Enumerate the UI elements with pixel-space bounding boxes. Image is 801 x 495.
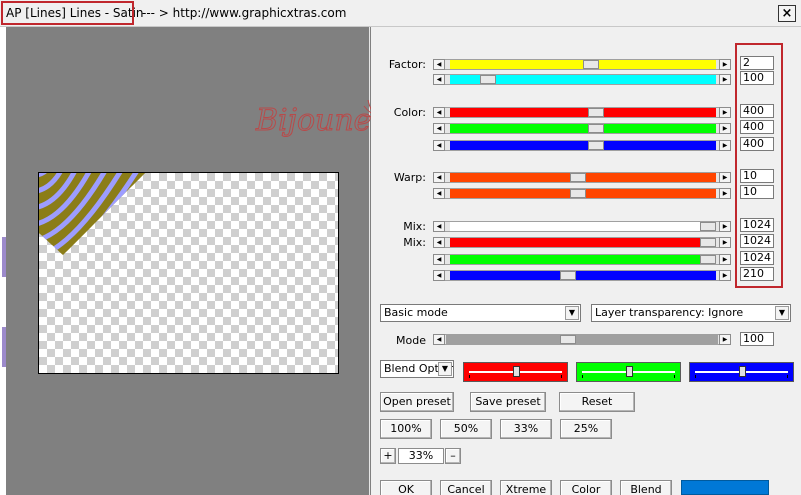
blend-color-box-2[interactable] — [576, 362, 681, 382]
color-button[interactable]: Color — [560, 480, 612, 495]
mode-slider-right-arrow-icon[interactable]: ▶ — [719, 334, 731, 345]
slider-fill-mix-green — [450, 255, 716, 264]
slider-right-arrow-icon[interactable]: ▶ — [719, 140, 731, 151]
slider-right-arrow-icon[interactable]: ▶ — [719, 59, 731, 70]
preview-canvas[interactable] — [38, 172, 339, 374]
slider-thumb-mix-blue[interactable] — [560, 271, 576, 280]
values-highlight-box — [735, 43, 783, 288]
mini-slider-tick — [582, 375, 583, 378]
watermark-logo: Bijounet — [252, 86, 386, 150]
blend-options-dropdown[interactable]: Blend Options ▼ — [380, 360, 454, 378]
title-url: --- > http://www.graphicxtras.com — [142, 6, 347, 20]
slider-left-arrow-icon[interactable]: ◀ — [433, 123, 445, 134]
slider-thumb-warp-2[interactable] — [570, 189, 586, 198]
slider-thumb-mix-green[interactable] — [700, 255, 716, 264]
slider-fill-color-green — [450, 124, 716, 133]
slider-right-arrow-icon[interactable]: ▶ — [719, 270, 731, 281]
slider-right-arrow-icon[interactable]: ▶ — [719, 188, 731, 199]
slider-right-arrow-icon[interactable]: ▶ — [719, 221, 731, 232]
zoom-out-button[interactable]: – — [445, 448, 461, 464]
zoom-in-button[interactable]: + — [380, 448, 396, 464]
slider-left-arrow-icon[interactable]: ◀ — [433, 172, 445, 183]
watermark-text: Bijounet — [255, 103, 384, 138]
slider-thumb-color-blue[interactable] — [588, 141, 604, 150]
slider-right-arrow-icon[interactable]: ▶ — [719, 123, 731, 134]
transparency-dropdown-value: Layer transparency: Ignore — [595, 306, 744, 319]
warp-label: Warp: — [393, 171, 426, 184]
xtreme-button[interactable]: Xtreme — [500, 480, 552, 495]
slider-thumb-mix-white[interactable] — [700, 222, 716, 231]
mini-slider-thumb[interactable] — [626, 366, 633, 377]
chevron-down-icon[interactable]: ▼ — [565, 306, 579, 320]
cancel-button[interactable]: Cancel — [440, 480, 492, 495]
preview-image — [39, 173, 145, 255]
transparency-dropdown[interactable]: Layer transparency: Ignore ▼ — [591, 304, 791, 322]
reset-button[interactable]: Reset — [559, 392, 635, 412]
slider-left-arrow-icon[interactable]: ◀ — [433, 221, 445, 232]
zoom-100-button[interactable]: 100% — [380, 419, 432, 439]
mode-slider[interactable] — [433, 334, 731, 345]
mix-label-1: Mix: — [403, 220, 426, 233]
blend-color-box-3[interactable] — [689, 362, 794, 382]
slider-left-arrow-icon[interactable]: ◀ — [433, 188, 445, 199]
slider-thumb-mix-red[interactable] — [700, 238, 716, 247]
slider-left-arrow-icon[interactable]: ◀ — [433, 237, 445, 248]
slider-right-arrow-icon[interactable]: ▶ — [719, 172, 731, 183]
mode-slider-left-arrow-icon[interactable]: ◀ — [433, 334, 445, 345]
slider-thumb-color-green[interactable] — [588, 124, 604, 133]
slider-fill-mix-red — [450, 238, 716, 247]
close-button[interactable]: × — [778, 5, 796, 22]
slider-right-arrow-icon[interactable]: ▶ — [719, 74, 731, 85]
mix-label-2: Mix: — [403, 236, 426, 249]
zoom-50-button[interactable]: 50% — [440, 419, 492, 439]
open-preset-button[interactable]: Open preset — [380, 392, 454, 412]
blend-button[interactable]: Blend — [620, 480, 672, 495]
slider-thumb-factor-1[interactable] — [583, 60, 599, 69]
ok-button[interactable]: OK — [380, 480, 432, 495]
mode-dropdown[interactable]: Basic mode ▼ — [380, 304, 581, 322]
slider-right-arrow-icon[interactable]: ▶ — [719, 254, 731, 265]
mini-slider-tick — [469, 375, 470, 378]
slider-left-arrow-icon[interactable]: ◀ — [433, 107, 445, 118]
slider-fill-color-blue — [450, 141, 716, 150]
slider-fill-mix-white — [450, 222, 716, 231]
slider-left-arrow-icon[interactable]: ◀ — [433, 74, 445, 85]
slider-left-arrow-icon[interactable]: ◀ — [433, 140, 445, 151]
mini-slider-tick — [561, 375, 562, 378]
slider-fill-color-red — [450, 108, 716, 117]
chevron-down-icon[interactable]: ▼ — [775, 306, 789, 320]
mode-label: Mode — [396, 334, 426, 347]
mini-slider-thumb[interactable] — [513, 366, 520, 377]
slider-thumb-color-red[interactable] — [588, 108, 604, 117]
zoom-33-button[interactable]: 33% — [500, 419, 552, 439]
accent-color-swatch[interactable] — [681, 480, 769, 495]
slider-thumb-warp-1[interactable] — [570, 173, 586, 182]
slider-fill-mix-blue — [450, 271, 716, 280]
chevron-down-icon[interactable]: ▼ — [438, 362, 452, 376]
slider-left-arrow-icon[interactable]: ◀ — [433, 59, 445, 70]
blend-color-box-1[interactable] — [463, 362, 568, 382]
slider-left-arrow-icon[interactable]: ◀ — [433, 270, 445, 281]
mode-dropdown-value: Basic mode — [384, 306, 448, 319]
zoom-value-field[interactable]: 33% — [398, 448, 444, 464]
slider-right-arrow-icon[interactable]: ▶ — [719, 237, 731, 248]
factor-label: Factor: — [388, 58, 426, 71]
mini-slider-tick — [695, 375, 696, 378]
mini-slider-thumb[interactable] — [739, 366, 746, 377]
slider-left-arrow-icon[interactable]: ◀ — [433, 254, 445, 265]
slider-thumb-factor-2[interactable] — [480, 75, 496, 84]
mini-slider-tick — [787, 375, 788, 378]
mode-value-field[interactable]: 100 — [740, 332, 774, 346]
title-highlight-box — [1, 1, 134, 25]
mini-slider-tick — [674, 375, 675, 378]
mode-slider-fill — [446, 335, 718, 344]
mode-slider-thumb[interactable] — [560, 335, 576, 344]
slider-right-arrow-icon[interactable]: ▶ — [719, 107, 731, 118]
save-preset-button[interactable]: Save preset — [470, 392, 546, 412]
color-label: Color: — [393, 106, 426, 119]
zoom-25-button[interactable]: 25% — [560, 419, 612, 439]
